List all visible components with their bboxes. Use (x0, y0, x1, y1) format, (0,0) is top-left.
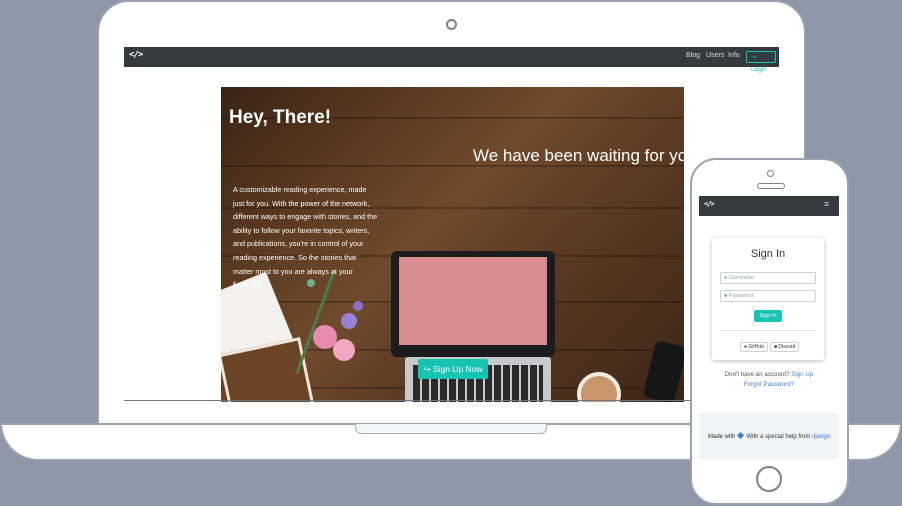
github-label: GitHub (748, 344, 764, 350)
page-divider (124, 400, 779, 401)
hero-title: Hey, There! (229, 107, 332, 128)
hero-subtitle: We have been waiting for you! (473, 146, 684, 165)
sign-in-title: Sign In (750, 248, 786, 260)
password-input[interactable]: ■ Password (720, 290, 816, 302)
flower-image (353, 301, 363, 311)
phone-speaker-icon (757, 183, 785, 189)
discord-icon: ■ (774, 344, 778, 350)
hero-description: A customizable reading experience, made … (233, 185, 378, 290)
user-icon: ● (724, 275, 728, 281)
coffee-cup-image (577, 372, 621, 402)
login-icon: ↪ (751, 54, 757, 61)
nav-link-info[interactable]: Info (728, 52, 740, 59)
sign-up-now-label: Sign Up Now (432, 364, 483, 374)
discord-label: Discord (778, 344, 796, 350)
laptop-camera-icon (446, 19, 457, 30)
flower-image (333, 339, 355, 361)
lock-icon: ■ (724, 293, 728, 299)
laptop-screen: </> Blog Users Info ↪ Login Hey, There! (124, 47, 779, 402)
flower-image (341, 313, 357, 329)
brand-code-icon[interactable]: </> (129, 50, 143, 60)
django-link[interactable]: django. (812, 434, 832, 440)
phone-home-button (756, 466, 782, 492)
special-help-text: With a special help from (746, 434, 811, 440)
sign-up-now-button[interactable]: ↪ Sign Up Now (418, 359, 488, 379)
diamond-icon (737, 431, 745, 440)
made-with-text: Made with (708, 434, 736, 440)
footer-text: Made with With a special help from django… (708, 431, 832, 442)
account-text: Don't have an account? (724, 371, 790, 378)
sign-in-button[interactable]: Sign In (754, 310, 782, 322)
desktop-navbar: </> Blog Users Info ↪ Login (124, 47, 779, 73)
nav-link-users[interactable]: Users (706, 52, 724, 59)
macbook-screen-image (399, 257, 547, 345)
discord-button[interactable]: ■ Discord (770, 342, 800, 352)
divider (720, 330, 816, 331)
mobile-navbar: </> ≡ (699, 196, 839, 216)
username-input[interactable]: ● Username (720, 272, 816, 284)
sign-in-card: Sign In ● Username ■ Password Sign In ● … (712, 238, 824, 360)
github-button[interactable]: ● GitHub (740, 342, 768, 352)
forgot-password-link[interactable]: Forgot Password? (699, 381, 839, 388)
account-prompt: Don't have an account? Sign Up (699, 371, 839, 378)
nav-link-blog[interactable]: Blog (686, 52, 700, 59)
password-placeholder: Password (728, 293, 754, 299)
sign-up-link[interactable]: Sign Up (791, 371, 813, 378)
brand-code-icon[interactable]: </> (704, 200, 715, 208)
phone-screen: </> ≡ Sign In ● Username ■ Password Sign… (699, 196, 839, 459)
phone-camera-icon (767, 170, 774, 177)
username-placeholder: Username (728, 275, 755, 281)
laptop-notch (355, 424, 547, 434)
hero-banner: Hey, There! We have been waiting for you… (221, 87, 684, 402)
login-button[interactable]: ↪ Login (746, 51, 776, 73)
sign-in-arrow-icon: ↪ (423, 364, 431, 374)
login-label: Login (751, 66, 767, 73)
github-icon: ● (744, 344, 748, 350)
mobile-footer: Made with With a special help from django… (699, 413, 839, 459)
hamburger-menu-icon[interactable]: ≡ (824, 199, 829, 209)
